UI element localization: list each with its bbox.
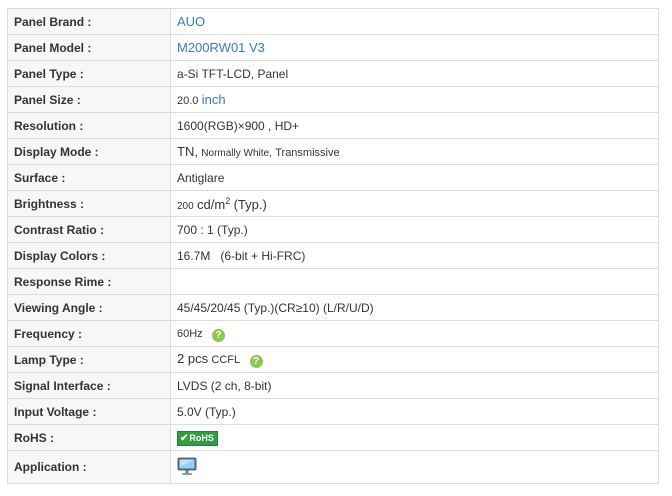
value-brightness-unit: cd/m bbox=[197, 196, 226, 212]
label-resolution: Resolution : bbox=[7, 112, 171, 139]
label-contrast-ratio: Contrast Ratio : bbox=[7, 216, 171, 243]
value-response-time bbox=[170, 268, 659, 295]
row-panel-type: Panel Type : a-Si TFT-LCD, Panel bbox=[7, 60, 659, 87]
rohs-badge-label: RoHS bbox=[189, 432, 214, 443]
label-panel-model: Panel Model : bbox=[7, 34, 171, 61]
check-icon: ✔ bbox=[180, 432, 189, 444]
row-display-mode: Display Mode : TN, Normally White, Trans… bbox=[7, 138, 659, 165]
row-panel-model: Panel Model : M200RW01 V3 bbox=[7, 34, 659, 61]
monitor-icon bbox=[177, 456, 197, 479]
value-brightness-unit-exponent: 2 bbox=[225, 195, 231, 206]
row-contrast-ratio: Contrast Ratio : 700 : 1 (Typ.) bbox=[7, 216, 659, 243]
value-display-mode-transmissive: Transmissive bbox=[275, 147, 340, 159]
row-panel-size: Panel Size : 20.0 inch bbox=[7, 86, 659, 113]
value-panel-type: a-Si TFT-LCD, Panel bbox=[170, 60, 659, 87]
row-brightness: Brightness : 200 cd/m2 (Typ.) bbox=[7, 190, 659, 217]
value-display-mode-normally-white: Normally White, bbox=[201, 148, 272, 159]
row-application: Application : bbox=[7, 450, 659, 484]
label-response-time: Response Rime : bbox=[7, 268, 171, 295]
value-panel-size-unit-link[interactable]: inch bbox=[202, 92, 226, 107]
value-display-colors: 16.7M (6-bit + Hi-FRC) bbox=[170, 242, 659, 269]
help-icon[interactable]: ? bbox=[249, 355, 263, 368]
value-input-voltage: 5.0V (Typ.) bbox=[170, 398, 659, 425]
row-signal-interface: Signal Interface : LVDS (2 ch, 8-bit) bbox=[7, 372, 659, 399]
label-panel-type: Panel Type : bbox=[7, 60, 171, 87]
value-surface: Antiglare bbox=[170, 164, 659, 191]
rohs-badge: ✔RoHS bbox=[177, 430, 218, 446]
row-input-voltage: Input Voltage : 5.0V (Typ.) bbox=[7, 398, 659, 425]
label-frequency: Frequency : bbox=[7, 320, 171, 347]
value-resolution: 1600(RGB)×900 , HD+ bbox=[170, 112, 659, 139]
row-panel-brand: Panel Brand : AUO bbox=[7, 8, 659, 35]
value-brightness-typ: (Typ.) bbox=[233, 196, 267, 212]
label-panel-brand: Panel Brand : bbox=[7, 8, 171, 35]
label-panel-size: Panel Size : bbox=[7, 86, 171, 113]
row-rohs: RoHS : ✔RoHS bbox=[7, 424, 659, 451]
row-viewing-angle: Viewing Angle : 45/45/20/45 (Typ.)(CR≥10… bbox=[7, 294, 659, 321]
row-response-time: Response Rime : bbox=[7, 268, 659, 295]
label-signal-interface: Signal Interface : bbox=[7, 372, 171, 399]
label-viewing-angle: Viewing Angle : bbox=[7, 294, 171, 321]
value-lamp-kind: CCFL bbox=[211, 354, 241, 366]
value-lamp-count: 2 pcs bbox=[177, 351, 209, 366]
row-lamp-type: Lamp Type : 2 pcs CCFL ? bbox=[7, 346, 659, 373]
spec-table: Panel Brand : AUO Panel Model : M200RW01… bbox=[7, 8, 659, 484]
row-surface: Surface : Antiglare bbox=[7, 164, 659, 191]
label-lamp-type: Lamp Type : bbox=[7, 346, 171, 373]
label-brightness: Brightness : bbox=[7, 190, 171, 217]
label-display-mode: Display Mode : bbox=[7, 138, 171, 165]
value-panel-model-link[interactable]: M200RW01 V3 bbox=[177, 40, 265, 55]
row-frequency: Frequency : 60Hz ? bbox=[7, 320, 659, 347]
label-input-voltage: Input Voltage : bbox=[7, 398, 171, 425]
label-surface: Surface : bbox=[7, 164, 171, 191]
value-brightness-number: 200 bbox=[177, 200, 194, 212]
row-resolution: Resolution : 1600(RGB)×900 , HD+ bbox=[7, 112, 659, 139]
value-panel-brand-link[interactable]: AUO bbox=[177, 14, 205, 29]
value-contrast-ratio: 700 : 1 (Typ.) bbox=[170, 216, 659, 243]
value-viewing-angle: 45/45/20/45 (Typ.)(CR≥10) (L/R/U/D) bbox=[170, 294, 659, 321]
label-display-colors: Display Colors : bbox=[7, 242, 171, 269]
value-panel-size-number: 20.0 bbox=[177, 95, 199, 107]
label-rohs: RoHS : bbox=[7, 424, 171, 451]
value-frequency: 60Hz bbox=[177, 327, 203, 340]
row-display-colors: Display Colors : 16.7M (6-bit + Hi-FRC) bbox=[7, 242, 659, 269]
value-display-mode-tn: TN, bbox=[177, 144, 198, 159]
help-icon[interactable]: ? bbox=[212, 328, 226, 342]
value-signal-interface: LVDS (2 ch, 8-bit) bbox=[170, 372, 659, 399]
label-application: Application : bbox=[7, 450, 171, 484]
